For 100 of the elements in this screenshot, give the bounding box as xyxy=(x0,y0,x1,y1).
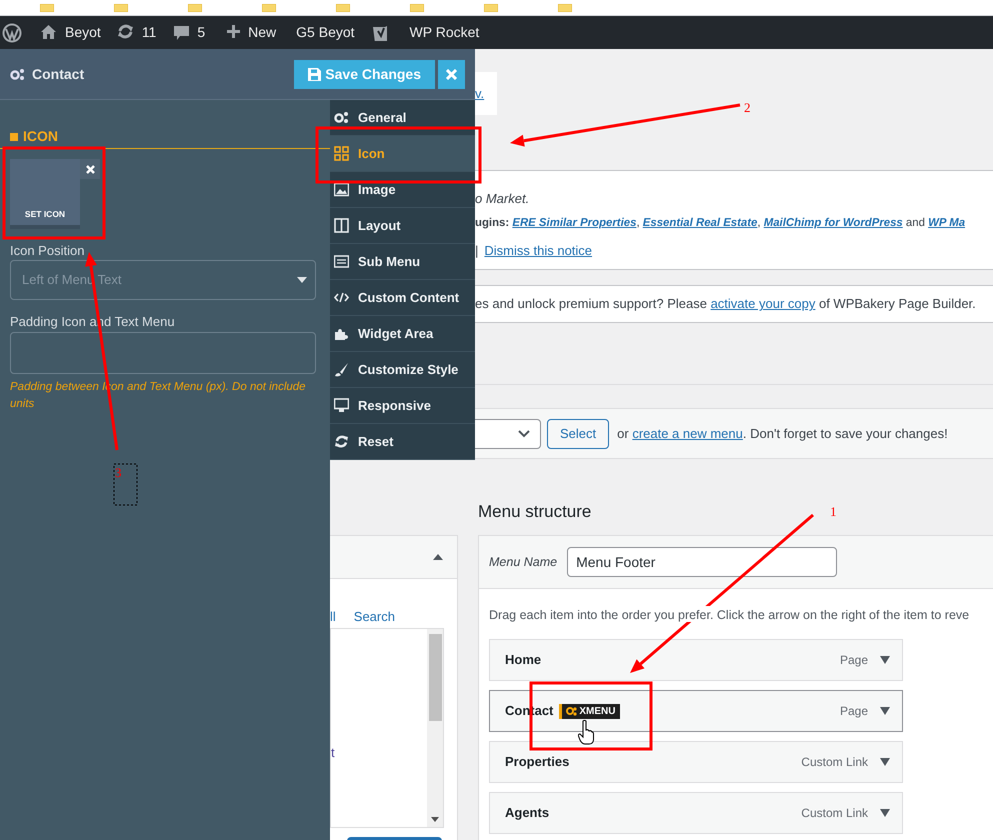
toolbar-link[interactable]: 11 xyxy=(142,22,156,43)
monitor-icon xyxy=(334,398,349,413)
tab-link[interactable]: ll xyxy=(330,606,336,623)
xmenu-badge[interactable]: XMENU xyxy=(559,704,620,718)
scroll-down-icon xyxy=(431,817,439,822)
collapse-arrow-icon xyxy=(433,554,443,560)
toolbar-link[interactable]: 5 xyxy=(197,22,206,43)
folder-icon xyxy=(262,4,276,12)
instructions-text: Drag each item into the order you prefer. Click the arrow on the right of the item to reve xyxy=(489,606,970,622)
badge-text: XMENU xyxy=(579,704,616,718)
notice-text: , xyxy=(757,217,762,229)
folder-icon xyxy=(114,4,128,12)
brush-icon xyxy=(334,362,349,377)
separator-text: | xyxy=(475,242,478,259)
folder-icon xyxy=(188,4,202,12)
item-type: Page xyxy=(840,703,868,720)
menu-tab[interactable]: Customize Style xyxy=(330,352,475,388)
notice-text: o Market. xyxy=(475,190,530,207)
annotation-number: 3 xyxy=(115,465,122,480)
item-type: Custom Link xyxy=(801,805,868,822)
notice-text: and xyxy=(904,217,926,229)
tab-link[interactable]: Search xyxy=(354,606,395,623)
link[interactable]: activate your copy xyxy=(710,294,816,314)
expand-arrow-icon xyxy=(880,656,890,664)
link[interactable]: MailChimp for WordPress xyxy=(764,217,903,229)
gears-icon xyxy=(334,110,349,125)
notice-text: . Don't forget to save your changes! xyxy=(742,424,948,443)
close-button[interactable] xyxy=(438,60,465,88)
item-type: Custom Link xyxy=(801,754,868,771)
grid-icon xyxy=(334,146,349,161)
scrollbar[interactable] xyxy=(427,628,443,828)
field-label: Icon Position xyxy=(10,242,86,257)
menu-name-field[interactable]: Menu Footer xyxy=(567,547,838,577)
columns-icon xyxy=(334,218,349,233)
list-item-text[interactable]: t xyxy=(331,744,335,760)
selection-marquee xyxy=(114,464,138,506)
folder-icon xyxy=(410,4,424,12)
folder-icon xyxy=(484,4,498,12)
menu-tab[interactable]: Icon xyxy=(330,136,475,172)
item-type: Page xyxy=(840,652,868,669)
menu-item[interactable]: Home Page xyxy=(489,639,903,681)
notice-text: es and unlock premium support? Please xyxy=(475,295,708,314)
folder-icon xyxy=(40,4,54,12)
puzzle-icon xyxy=(334,326,349,341)
menu-tab[interactable]: Layout xyxy=(330,208,475,244)
menu-tab[interactable]: Sub Menu xyxy=(330,244,475,280)
link[interactable]: create a new menu xyxy=(632,424,743,444)
toolbar-link[interactable]: New xyxy=(248,22,276,43)
menu-tab[interactable]: Widget Area xyxy=(330,316,475,352)
notice-text: , xyxy=(636,217,641,229)
menu-tab[interactable]: Responsive xyxy=(330,388,475,424)
section-title: ICON xyxy=(23,127,58,146)
annotation-number: 1 xyxy=(830,504,836,519)
gears-icon xyxy=(10,68,25,80)
hand-cursor-icon xyxy=(578,720,594,745)
annotation-number: 2 xyxy=(744,100,750,115)
toolbar-link[interactable]: G5 Beyot xyxy=(296,22,355,43)
yoast-icon xyxy=(372,24,388,40)
link[interactable]: ERE Similar Properties xyxy=(512,217,636,229)
comment-icon xyxy=(174,24,190,40)
link[interactable]: WP Ma xyxy=(928,217,966,229)
notice-text: ugins: xyxy=(475,217,510,229)
menu-item[interactable]: Agents Custom Link xyxy=(489,792,903,834)
menu-tab[interactable]: Reset xyxy=(330,424,475,460)
notice-text: of WPBakery Page Builder. xyxy=(818,295,976,314)
field-label: Menu Name xyxy=(489,554,558,571)
dismiss-link[interactable]: Dismiss this notice xyxy=(484,241,592,259)
menu-item-title: Properties xyxy=(505,753,570,772)
padding-input-field[interactable] xyxy=(10,332,316,374)
folder-icon xyxy=(336,4,350,12)
scroll-thumb[interactable] xyxy=(428,634,442,722)
set-icon-button[interactable]: SET ICON xyxy=(10,159,80,229)
chevron-down-icon xyxy=(518,430,530,438)
section-heading: Menu structure xyxy=(478,501,592,523)
toolbar-link[interactable]: Beyot xyxy=(65,22,101,43)
folder-icon xyxy=(558,4,572,12)
menu-dropdown[interactable] xyxy=(475,418,541,448)
link[interactable]: v. xyxy=(475,84,484,104)
menu-item-title: Agents xyxy=(505,804,550,822)
close-icon xyxy=(86,164,94,174)
expand-arrow-icon xyxy=(880,809,890,817)
caret-down-icon xyxy=(297,277,307,283)
expand-arrow-icon xyxy=(880,707,890,715)
menu-tab[interactable]: Image xyxy=(330,172,475,208)
code-icon xyxy=(334,290,349,305)
panel-title: Contact xyxy=(32,64,84,84)
list-icon xyxy=(334,254,349,269)
select-button[interactable]: Select xyxy=(547,418,610,448)
menu-item-title: Home xyxy=(505,651,542,670)
menu-item[interactable]: Properties Custom Link xyxy=(489,741,903,783)
gears-icon xyxy=(566,706,578,716)
remove-icon-button[interactable] xyxy=(80,159,100,179)
image-icon xyxy=(334,182,349,197)
link[interactable]: Essential Real Estate xyxy=(642,217,758,229)
plus-icon xyxy=(227,24,240,40)
notice-text: or xyxy=(617,424,630,443)
toolbar-link[interactable]: WP Rocket xyxy=(410,22,480,43)
bullet-square-icon xyxy=(10,132,18,140)
close-icon xyxy=(446,68,457,80)
menu-tab[interactable]: Custom Content xyxy=(330,280,475,316)
